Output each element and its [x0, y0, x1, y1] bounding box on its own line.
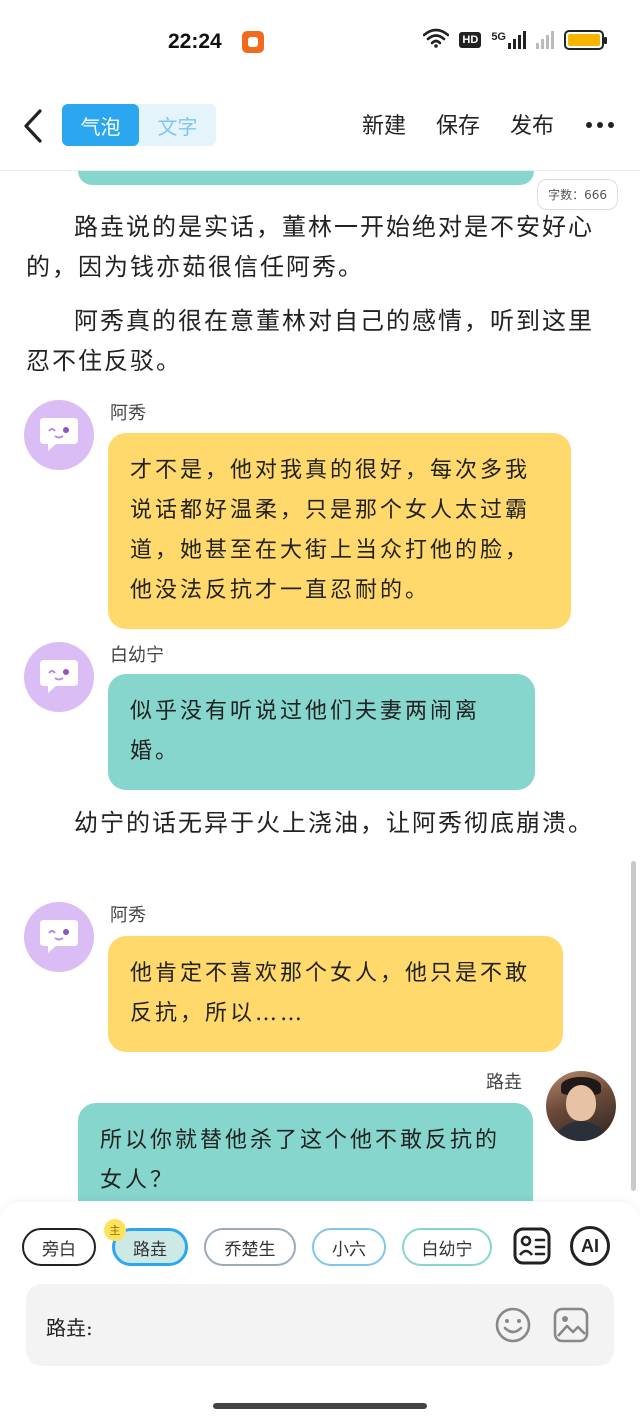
- status-bar: 22:24 HD 5G: [0, 0, 640, 80]
- message-bubble-partial[interactable]: [78, 171, 534, 185]
- protagonist-avatar[interactable]: [546, 1071, 616, 1141]
- chat-bubble-icon: [40, 660, 78, 693]
- editor-toolbar: 气泡 文字 新建 保存 发布: [0, 96, 640, 156]
- chevron-left-icon: [24, 109, 42, 143]
- save-button[interactable]: 保存: [436, 108, 480, 140]
- speaker-name: 阿秀: [110, 905, 146, 926]
- character-avatar[interactable]: [24, 642, 94, 712]
- hd-icon: HD: [459, 32, 482, 48]
- 5g-signal-icon: 5G: [491, 31, 526, 49]
- character-chip[interactable]: 白幼宁: [402, 1228, 492, 1266]
- message-bubble[interactable]: 所以你就替他杀了这个他不敢反抗的女人？: [78, 1103, 533, 1201]
- image-button[interactable]: [552, 1306, 590, 1348]
- character-chip[interactable]: 乔楚生: [204, 1228, 296, 1266]
- status-icons: HD 5G: [423, 28, 607, 52]
- back-button[interactable]: [18, 106, 48, 146]
- composer-panel: 旁白 路垚 主 乔楚生 小六 白幼宁 AI 路垚:: [0, 1202, 640, 1422]
- message-bubble[interactable]: 他肯定不喜欢那个女人，他只是不敢反抗，所以……: [108, 936, 563, 1052]
- character-avatar[interactable]: [24, 902, 94, 972]
- character-avatar[interactable]: [24, 400, 94, 470]
- new-button[interactable]: 新建: [362, 108, 406, 140]
- network-label: 5G: [491, 31, 506, 43]
- signal-icon: [536, 31, 554, 49]
- message-bubble[interactable]: 才不是，他对我真的很好，每次多我说话都好温柔，只是那个女人太过霸道，她甚至在大街…: [108, 433, 571, 629]
- character-chip[interactable]: 小六: [312, 1228, 386, 1266]
- emoji-icon: [495, 1307, 531, 1343]
- status-time: 22:24: [168, 30, 222, 53]
- speaker-name: 白幼宁: [110, 645, 164, 666]
- chat-bubble-icon: [40, 418, 78, 451]
- story-content[interactable]: 字数：666 路垚说的是实话，董林一开始绝对是不安好心的，因为钱亦茹很信任阿秀。…: [0, 171, 640, 1201]
- ai-button[interactable]: AI: [570, 1226, 610, 1266]
- narration-paragraph[interactable]: 路垚说的是实话，董林一开始绝对是不安好心的，因为钱亦茹很信任阿秀。: [26, 207, 601, 287]
- tab-text[interactable]: 文字: [139, 104, 216, 146]
- narration-paragraph[interactable]: 阿秀真的很在意董林对自己的感情，听到这里忍不住反驳。: [26, 301, 601, 381]
- more-icon[interactable]: [586, 122, 614, 128]
- character-chip-narrator[interactable]: 旁白: [22, 1228, 96, 1266]
- app-notification-icon: [242, 31, 264, 53]
- image-icon: [553, 1307, 589, 1343]
- speaker-name: 阿秀: [110, 403, 146, 424]
- emoji-button[interactable]: [494, 1306, 532, 1348]
- main-character-badge: 主: [104, 1219, 126, 1241]
- scrollbar[interactable]: [631, 861, 636, 1191]
- mode-switch: 气泡 文字: [62, 104, 216, 146]
- tab-bubble[interactable]: 气泡: [62, 104, 139, 146]
- input-speaker-prefix: 路垚:: [46, 1316, 93, 1340]
- chat-bubble-icon: [40, 920, 78, 953]
- speaker-name: 路垚: [486, 1072, 522, 1093]
- wifi-icon: [423, 28, 450, 52]
- message-bubble[interactable]: 似乎没有听说过他们夫妻两闹离婚。: [108, 674, 535, 790]
- battery-icon: [564, 30, 607, 50]
- character-manage-button[interactable]: [512, 1226, 552, 1266]
- message-input[interactable]: 路垚:: [26, 1284, 614, 1366]
- word-count-badge: 字数：666: [537, 179, 618, 210]
- publish-button[interactable]: 发布: [510, 108, 554, 140]
- home-indicator[interactable]: [213, 1403, 427, 1409]
- contact-card-icon: [513, 1227, 551, 1265]
- narration-paragraph[interactable]: 幼宁的话无异于火上浇油，让阿秀彻底崩溃。: [26, 803, 601, 843]
